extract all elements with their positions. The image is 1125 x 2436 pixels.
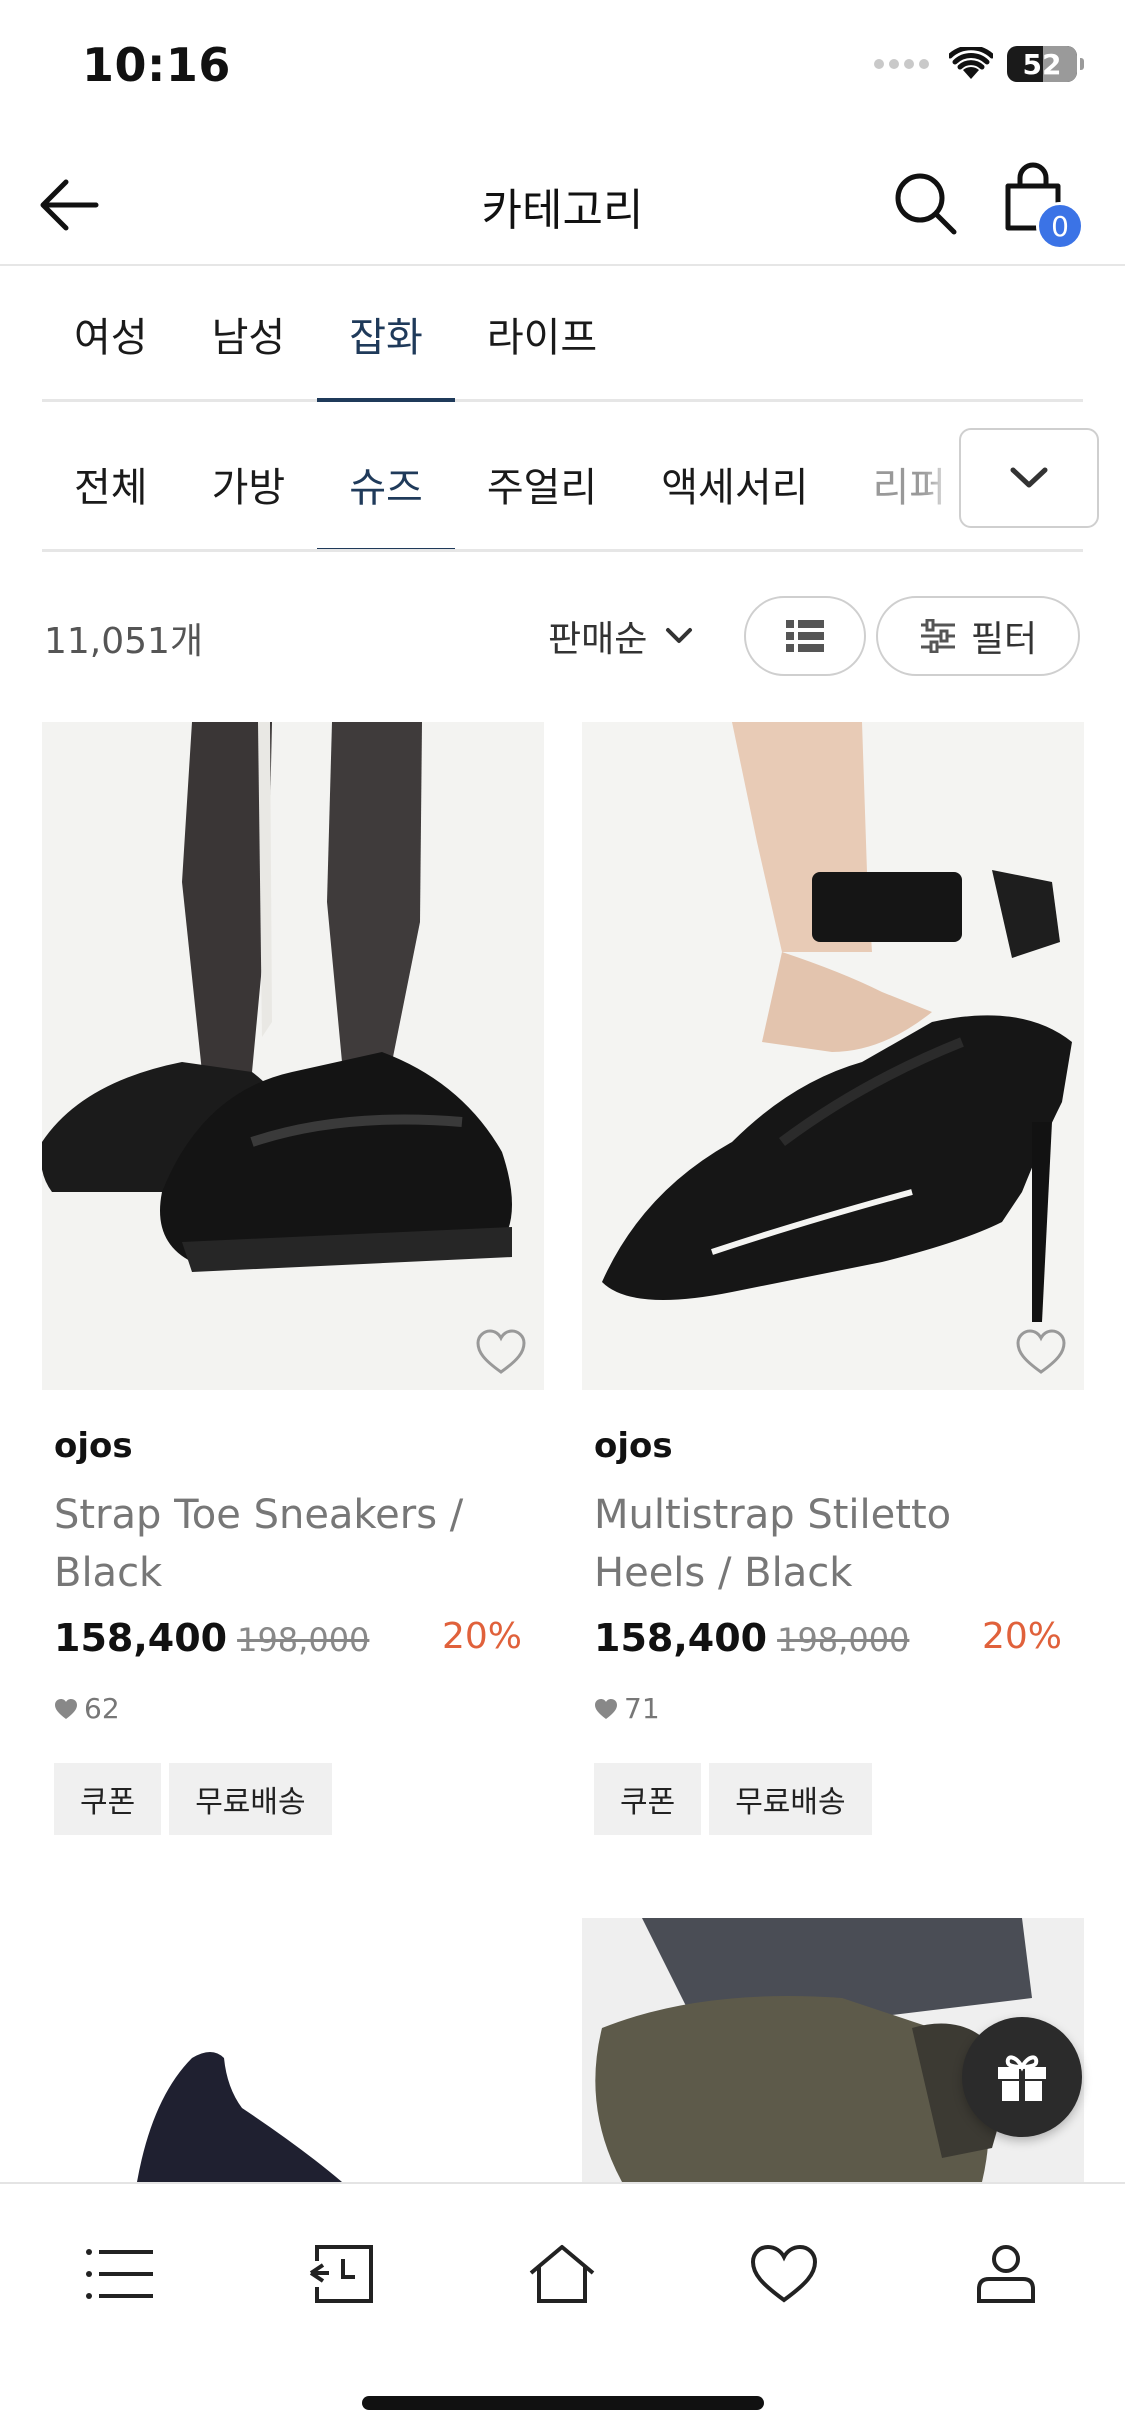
free-shipping-tag: 무료배송 [169,1763,332,1835]
tab-label: 여성 [74,314,148,361]
nav-my-page[interactable] [966,2234,1046,2314]
cart-button[interactable]: 0 [1000,162,1090,252]
subtab-refurb[interactable]: 리퍼 [840,418,978,549]
free-shipping-tag: 무료배송 [709,1763,872,1835]
tab-women[interactable]: 여성 [42,268,180,399]
heart-icon [595,1698,617,1719]
view-mode-toggle[interactable] [744,596,866,676]
tab-label: 액세서리 [661,464,809,511]
sort-label: 판매순 [548,619,648,660]
coupon-tag: 쿠폰 [54,1763,162,1835]
subtab-bags[interactable]: 가방 [180,418,318,549]
heart-outline-icon[interactable] [474,1326,528,1380]
sale-price: 158,400 [594,1616,768,1660]
result-count: 11,051개 [44,621,204,662]
like-count-value: 62 [84,1692,120,1725]
original-price: 198,000 [777,1621,910,1659]
product-photo-shoe [42,1918,544,2182]
battery-level: 52 [1022,47,1062,81]
product-photo-sneakers [42,722,544,1390]
status-time: 10:16 [82,38,231,92]
search-button[interactable] [890,168,962,240]
signal-icon [874,59,929,69]
chevron-down-icon [666,628,693,643]
nav-menu[interactable] [80,2234,160,2314]
tag-list: 쿠폰 무료배송 [54,1763,532,1835]
heart-icon [55,1698,77,1719]
tab-label: 남성 [211,314,286,361]
like-count-value: 71 [624,1692,660,1725]
sliders-icon [920,619,955,653]
gift-icon [998,2055,1046,2101]
original-price: 198,000 [237,1621,370,1659]
product-card[interactable]: ojos Multistrap Stiletto Heels / Black 1… [582,722,1084,1835]
product-name[interactable]: Multistrap Stiletto Heels / Black [594,1486,1072,1602]
discount-rate: 20% [441,1616,522,1657]
cart-count-badge: 0 [1036,202,1084,250]
nav-home[interactable] [522,2234,602,2314]
primary-category-tabs: 여성 남성 잡화 라이프 [42,268,1083,402]
price-row: 158,400 198,000 20% [54,1616,532,1670]
subtab-shoes[interactable]: 슈즈 [317,418,455,549]
tab-men[interactable]: 남성 [180,268,318,399]
coupon-tag: 쿠폰 [594,1763,702,1835]
battery-icon: 52 [1007,46,1084,82]
gift-button[interactable] [962,2017,1082,2137]
home-icon [529,2245,595,2303]
status-bar: 10:16 52 [0,0,1125,140]
home-indicator [362,2396,764,2410]
list-view-icon [786,620,824,652]
tab-label: 리퍼 [872,464,947,511]
product-image[interactable] [42,1918,544,2182]
like-count: 71 [594,1692,1072,1725]
product-card[interactable] [42,1918,544,2182]
tab-accessories-goods[interactable]: 잡화 [317,268,455,402]
product-name[interactable]: Strap Toe Sneakers / Black [54,1486,532,1602]
tab-life[interactable]: 라이프 [455,268,629,399]
sort-dropdown[interactable]: 판매순 [548,610,693,662]
filter-label: 필터 [970,619,1038,660]
price-row: 158,400 198,000 20% [594,1616,1072,1670]
nav-recent[interactable] [302,2234,382,2314]
product-image[interactable] [42,722,544,1390]
product-card[interactable]: ojos Strap Toe Sneakers / Black 158,400 … [42,722,544,1835]
heart-outline-icon[interactable] [1014,1326,1068,1380]
tab-label: 전체 [74,464,148,511]
tab-label: 가방 [211,464,286,511]
product-brand: ojos [594,1426,673,1466]
status-icons: 52 [874,46,1084,82]
filter-button[interactable]: 필터 [876,596,1080,676]
expand-categories-button[interactable] [959,428,1099,528]
product-image[interactable] [582,722,1084,1390]
product-brand: ojos [54,1426,133,1466]
subtab-accessories[interactable]: 액세서리 [629,418,840,549]
list-toolbar: 11,051개 판매순 필터 [0,596,1125,678]
search-icon [895,173,957,235]
secondary-category-tabs: 전체 가방 슈즈 주얼리 액세서리 리퍼 [42,418,1083,552]
user-icon [977,2245,1035,2303]
menu-icon [86,2249,153,2299]
wifi-icon [949,47,993,79]
tab-label: 잡화 [349,314,423,361]
tab-label: 슈즈 [349,464,423,511]
like-count: 62 [54,1692,532,1725]
subtab-all[interactable]: 전체 [42,418,180,549]
heart-icon [750,2244,818,2303]
tab-label: 라이프 [486,314,598,361]
app-header: 카테고리 0 [0,140,1125,266]
sale-price: 158,400 [54,1616,228,1660]
product-photo-heels [582,722,1084,1390]
subtab-jewelry[interactable]: 주얼리 [455,418,629,549]
tag-list: 쿠폰 무료배송 [594,1763,1072,1835]
nav-wishlist[interactable] [744,2234,824,2314]
recent-icon [309,2245,373,2303]
discount-rate: 20% [981,1616,1062,1657]
chevron-down-icon [1010,467,1048,488]
tab-label: 주얼리 [486,464,598,511]
